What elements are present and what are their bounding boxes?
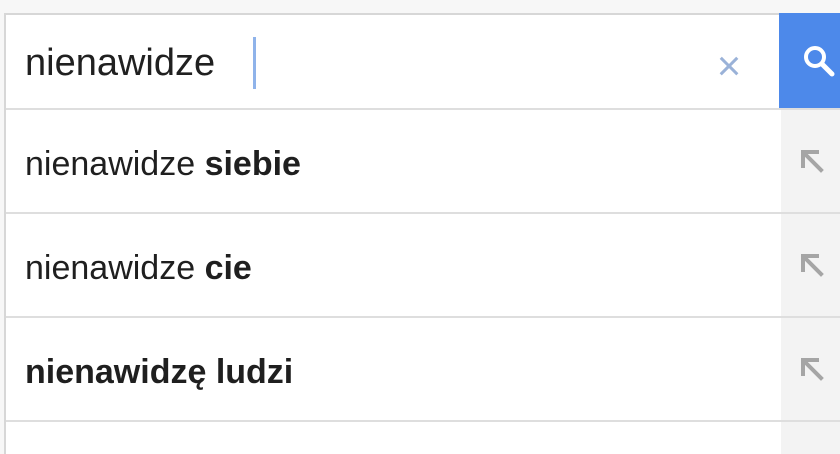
arrow-up-left-icon [800, 150, 824, 173]
arrow-up-left-icon [800, 358, 824, 381]
fill-suggestion-button[interactable] [781, 110, 840, 212]
suggestion-row-ludzi[interactable]: nienawidzę ludzi [6, 316, 840, 420]
suggestion-text[interactable]: nienawidze cie [25, 248, 252, 288]
arrow-up-left-icon [800, 254, 824, 277]
fill-suggestion-button[interactable] [781, 318, 840, 420]
suggestion-prefix: nienawidze [25, 249, 205, 287]
suggestion-row-cie[interactable]: nienawidze cie [6, 212, 840, 316]
suggestion-bold-completion: siebie [204, 145, 301, 183]
fill-suggestion-button[interactable] [781, 214, 840, 316]
fill-suggestion-button-partial[interactable] [781, 422, 840, 454]
suggestion-row-siebie[interactable]: nienawidze siebie [6, 108, 840, 212]
text-caret [253, 37, 256, 89]
suggestion-text[interactable]: nienawidze siebie [25, 144, 301, 184]
suggestion-prefix: nienawidze [25, 145, 205, 183]
search-button[interactable] [779, 13, 840, 108]
suggestion-list: nienawidze siebie nienawidze cie nienawi… [4, 108, 840, 454]
search-icon [804, 45, 835, 76]
suggestion-bold-completion: nienawidzę ludzi [25, 353, 294, 391]
clear-search-button[interactable]: × [709, 45, 749, 87]
search-input-container[interactable]: nienawidze × [4, 13, 840, 108]
suggestion-text[interactable]: nienawidzę ludzi [25, 352, 293, 392]
suggestion-bold-completion: cie [204, 249, 252, 287]
search-input[interactable]: nienawidze [25, 39, 215, 87]
search-autocomplete-screen: nienawidze × nienawidze siebie nienawidz… [0, 0, 840, 454]
suggestion-row-partial[interactable] [6, 420, 840, 454]
